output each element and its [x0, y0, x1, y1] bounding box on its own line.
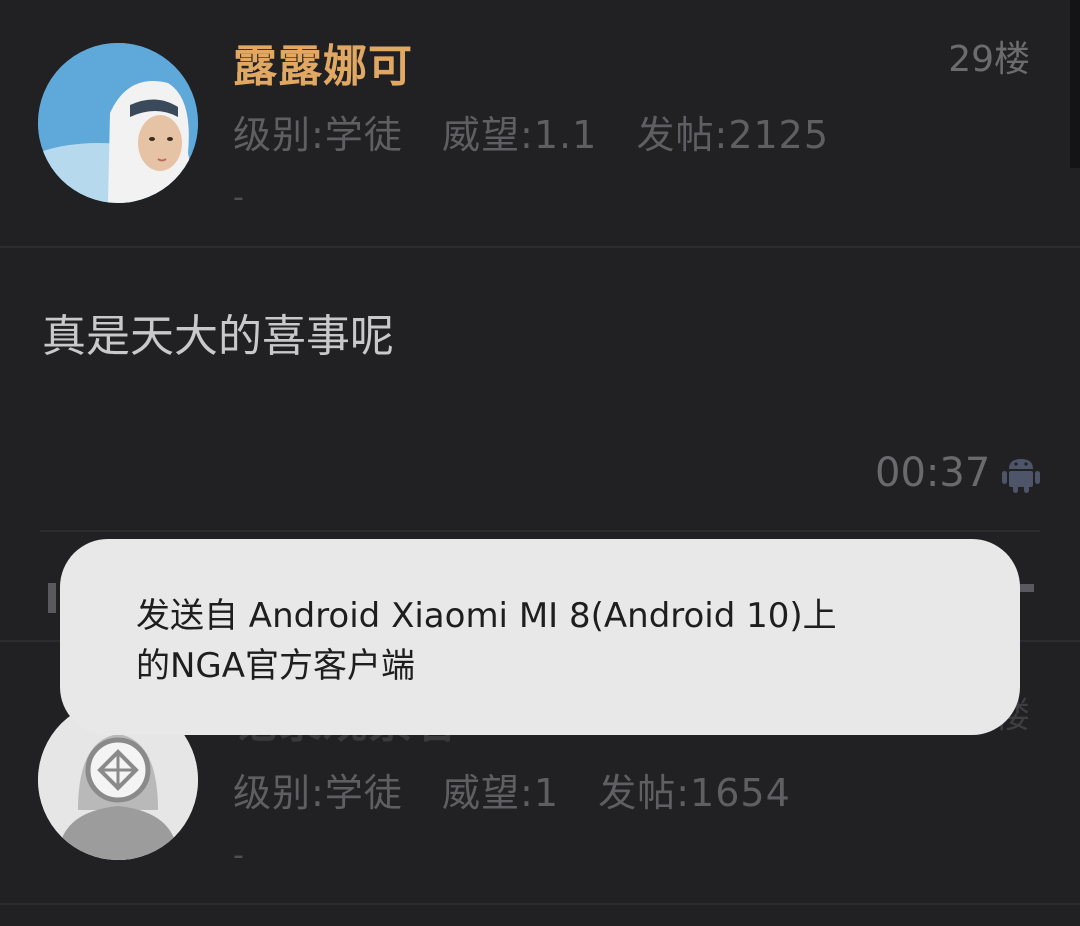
- post-time: 00:37: [875, 450, 991, 496]
- device-toast: 发送自 Android Xiaomi MI 8(Android 10)上 的NG…: [60, 539, 1020, 735]
- user-meta: 级别:学徒 威望:1.1 发帖:2125: [233, 113, 830, 157]
- toast-line: 发送自 Android Xiaomi MI 8(Android 10)上: [136, 596, 837, 636]
- scrollbar[interactable]: [1070, 0, 1080, 168]
- post-content: 真是天大的喜事呢: [42, 311, 394, 362]
- avatar[interactable]: [38, 43, 198, 203]
- divider: [0, 246, 1080, 248]
- action-divider: [40, 530, 1040, 532]
- user-meta: 级别:学徒 威望:1 发帖:1654: [233, 771, 791, 815]
- floor-number: 29楼: [948, 39, 1030, 80]
- thread-view: 露露娜可 29楼 级别:学徒 威望:1.1 发帖:2125 - 真是天大的喜事呢…: [0, 0, 1080, 926]
- android-icon[interactable]: [1000, 452, 1042, 494]
- signature: -: [233, 180, 244, 215]
- toast-line: 的NGA官方客户端: [136, 646, 416, 686]
- divider: [0, 903, 1080, 905]
- username[interactable]: 露露娜可: [233, 30, 413, 94]
- signature: -: [233, 838, 244, 873]
